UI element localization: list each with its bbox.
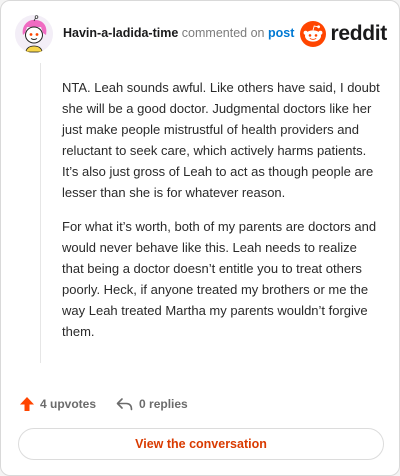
reply-button[interactable]: 0 replies xyxy=(116,397,188,412)
comment-paragraph-1: NTA. Leah sounds awful. Like others have… xyxy=(62,80,380,200)
user-avatar[interactable] xyxy=(15,15,53,53)
reply-count: 0 replies xyxy=(139,397,188,411)
reddit-logo[interactable]: reddit xyxy=(300,19,387,49)
snoo-avatar-icon xyxy=(15,15,53,53)
comment-card: Havin-a-ladida-time commented on post re… xyxy=(0,0,400,476)
comment-paragraph-2: For what it’s worth, both of my parents … xyxy=(62,219,377,339)
reddit-snoo-icon xyxy=(300,21,327,47)
upvote-arrow-icon xyxy=(20,397,34,411)
comment-header: Havin-a-ladida-time commented on post re… xyxy=(15,15,387,55)
reply-arrow-icon xyxy=(116,397,133,410)
post-link[interactable]: post xyxy=(268,26,294,40)
comment-actions: 4 upvotes 0 replies xyxy=(19,393,188,415)
commented-on-text: commented on xyxy=(181,26,265,40)
comment-body: NTA. Leah sounds awful. Like others have… xyxy=(40,63,380,363)
username-link[interactable]: Havin-a-ladida-time xyxy=(63,26,178,40)
upvote-button[interactable]: 4 upvotes xyxy=(19,396,96,412)
reddit-wordmark: reddit xyxy=(330,22,387,45)
view-conversation-button[interactable]: View the conversation xyxy=(18,428,384,460)
upvote-count: 4 upvotes xyxy=(40,397,97,411)
comment-meta: Havin-a-ladida-time commented on post xyxy=(63,26,294,40)
